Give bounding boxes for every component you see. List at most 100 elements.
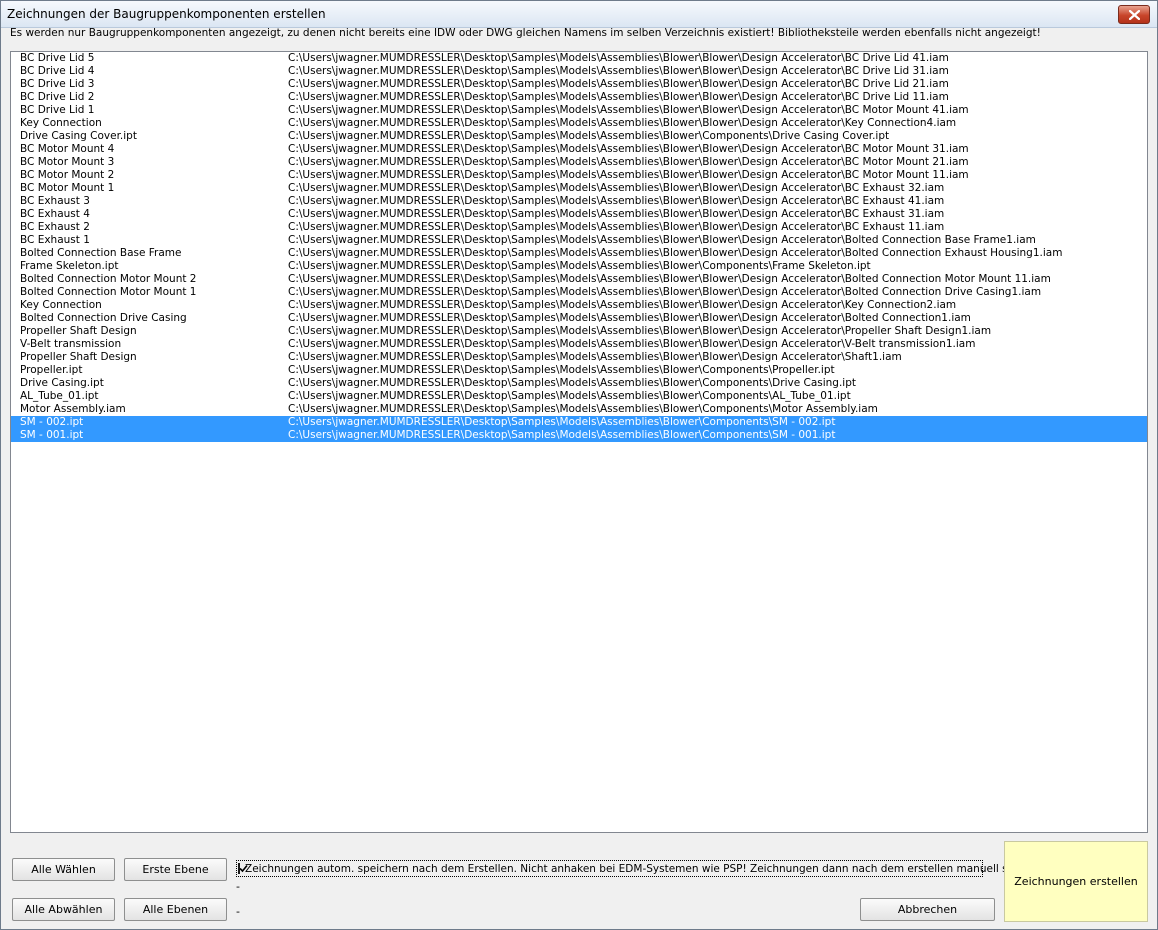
check-icon [239,864,248,873]
info-text: Es werden nur Baugruppenkomponenten ange… [10,27,1041,39]
component-path: C:\Users\jwagner.MUMDRESSLER\Desktop\Sam… [288,104,969,116]
component-path: C:\Users\jwagner.MUMDRESSLER\Desktop\Sam… [288,143,969,155]
component-path: C:\Users\jwagner.MUMDRESSLER\Desktop\Sam… [288,416,836,428]
component-name: BC Drive Lid 2 [20,91,95,103]
component-path: C:\Users\jwagner.MUMDRESSLER\Desktop\Sam… [288,169,969,181]
status-dash-2: - [236,905,240,918]
component-path: C:\Users\jwagner.MUMDRESSLER\Desktop\Sam… [288,130,890,142]
dialog-window: Zeichnungen der Baugruppenkomponenten er… [0,0,1158,930]
component-path: C:\Users\jwagner.MUMDRESSLER\Desktop\Sam… [288,351,902,363]
list-item[interactable]: BC Drive Lid 2 C:\Users\jwagner.MUMDRESSL… [11,91,1147,104]
status-dash-1: - [236,880,240,893]
autosave-label: Zeichnungen autom. speichern nach dem Er… [245,862,1057,875]
cancel-button[interactable]: Abbrechen [860,898,995,921]
component-path: C:\Users\jwagner.MUMDRESSLER\Desktop\Sam… [288,208,945,220]
create-drawings-button[interactable]: Zeichnungen erstellen [1004,841,1148,922]
autosave-checkbox[interactable] [238,863,248,874]
list-item[interactable]: BC Drive Lid 4 C:\Users\jwagner.MUMDRESSL… [11,65,1147,78]
all-levels-button[interactable]: Alle Ebenen [124,898,227,921]
component-name: BC Motor Mount 1 [20,182,115,194]
title-bar[interactable]: Zeichnungen der Baugruppenkomponenten er… [1,1,1157,28]
component-listbox[interactable]: BC Drive Lid 5 C:\Users\jwagner.MUMDRESSL… [10,51,1148,833]
component-name: AL_Tube_01.ipt [20,390,99,402]
component-path: C:\Users\jwagner.MUMDRESSLER\Desktop\Sam… [288,299,957,311]
component-name: BC Motor Mount 2 [20,169,115,181]
close-button[interactable] [1118,5,1150,24]
select-all-button[interactable]: Alle Wählen [12,858,115,881]
list-item[interactable]: BC Motor Mount 3 C:\Users\jwagner.MUMDRES… [11,156,1147,169]
list-item[interactable]: Key Connection C:\Users\jwagner.MUMDRESSL… [11,117,1147,130]
component-path: C:\Users\jwagner.MUMDRESSLER\Desktop\Sam… [288,325,992,337]
window-title: Zeichnungen der Baugruppenkomponenten er… [7,7,326,21]
list-item[interactable]: Propeller Shaft Design C:\Users\jwagner.M… [11,351,1147,364]
component-path: C:\Users\jwagner.MUMDRESSLER\Desktop\Sam… [288,390,851,402]
list-item[interactable]: V-Belt transmission C:\Users\jwagner.MUMD… [11,338,1147,351]
component-name: Bolted Connection Motor Mount 2 [20,273,197,285]
component-path: C:\Users\jwagner.MUMDRESSLER\Desktop\Sam… [288,78,949,90]
list-item[interactable]: Bolted Connection Motor Mount 2 C:\Users\… [11,273,1147,286]
component-path: C:\Users\jwagner.MUMDRESSLER\Desktop\Sam… [288,286,1042,298]
list-item[interactable]: BC Drive Lid 1 C:\Users\jwagner.MUMDRESSL… [11,104,1147,117]
first-level-button[interactable]: Erste Ebene [124,858,227,881]
list-item[interactable]: BC Exhaust 3 C:\Users\jwagner.MUMDRESSLER… [11,195,1147,208]
component-path: C:\Users\jwagner.MUMDRESSLER\Desktop\Sam… [288,221,945,233]
list-item[interactable]: BC Exhaust 2 C:\Users\jwagner.MUMDRESSLER… [11,221,1147,234]
component-name: BC Drive Lid 5 [20,52,95,64]
component-path: C:\Users\jwagner.MUMDRESSLER\Desktop\Sam… [288,117,957,129]
list-item[interactable]: BC Exhaust 1 C:\Users\jwagner.MUMDRESSLER… [11,234,1147,247]
list-item[interactable]: BC Motor Mount 2 C:\Users\jwagner.MUMDRES… [11,169,1147,182]
component-name: BC Exhaust 4 [20,208,90,220]
component-path: C:\Users\jwagner.MUMDRESSLER\Desktop\Sam… [288,234,1036,246]
list-item[interactable]: Bolted Connection Drive Casing C:\Users\j… [11,312,1147,325]
component-name: Propeller Shaft Design [20,351,137,363]
component-name: Bolted Connection Motor Mount 1 [20,286,197,298]
component-path: C:\Users\jwagner.MUMDRESSLER\Desktop\Sam… [288,364,835,376]
list-item[interactable]: BC Motor Mount 1 C:\Users\jwagner.MUMDRES… [11,182,1147,195]
autosave-option[interactable]: Zeichnungen autom. speichern nach dem Er… [236,860,1057,877]
list-item[interactable]: BC Exhaust 4 C:\Users\jwagner.MUMDRESSLER… [11,208,1147,221]
list-item[interactable]: Bolted Connection Base Frame C:\Users\jwa… [11,247,1147,260]
component-path: C:\Users\jwagner.MUMDRESSLER\Desktop\Sam… [288,273,1051,285]
component-name: BC Drive Lid 1 [20,104,95,116]
list-item[interactable]: Bolted Connection Motor Mount 1 C:\Users\… [11,286,1147,299]
component-path: C:\Users\jwagner.MUMDRESSLER\Desktop\Sam… [288,182,945,194]
deselect-all-button[interactable]: Alle Abwählen [12,898,115,921]
component-path: C:\Users\jwagner.MUMDRESSLER\Desktop\Sam… [288,429,836,441]
component-name: Propeller.ipt [20,364,83,376]
component-name: Key Connection [20,117,102,129]
list-item[interactable]: Propeller Shaft Design C:\Users\jwagner.M… [11,325,1147,338]
component-path: C:\Users\jwagner.MUMDRESSLER\Desktop\Sam… [288,52,949,64]
list-item[interactable]: SM - 002.ipt C:\Users\jwagner.MUMDRESSLER… [11,416,1147,429]
list-item[interactable]: BC Drive Lid 5 C:\Users\jwagner.MUMDRESSL… [11,52,1147,65]
component-path: C:\Users\jwagner.MUMDRESSLER\Desktop\Sam… [288,156,969,168]
list-item[interactable]: BC Motor Mount 4 C:\Users\jwagner.MUMDRES… [11,143,1147,156]
list-item[interactable]: Propeller.ipt C:\Users\jwagner.MUMDRESSLE… [11,364,1147,377]
component-name: BC Exhaust 2 [20,221,90,233]
list-item[interactable]: Drive Casing Cover.ipt C:\Users\jwagner.M… [11,130,1147,143]
component-name: V-Belt transmission [20,338,122,350]
list-item[interactable]: BC Drive Lid 3 C:\Users\jwagner.MUMDRESSL… [11,78,1147,91]
list-item[interactable]: Motor Assembly.iam C:\Users\jwagner.MUMDR… [11,403,1147,416]
component-name: Bolted Connection Drive Casing [20,312,187,324]
list-item[interactable]: Frame Skeleton.ipt C:\Users\jwagner.MUMDR… [11,260,1147,273]
list-item[interactable]: Key Connection C:\Users\jwagner.MUMDRESSL… [11,299,1147,312]
component-name: Bolted Connection Base Frame [20,247,182,259]
component-name: BC Exhaust 1 [20,234,90,246]
component-name: SM - 002.ipt [20,416,84,428]
component-path: C:\Users\jwagner.MUMDRESSLER\Desktop\Sam… [288,260,871,272]
component-name: Key Connection [20,299,102,311]
component-name: BC Exhaust 3 [20,195,90,207]
list-item[interactable]: SM - 001.ipt C:\Users\jwagner.MUMDRESSLER… [11,429,1147,442]
component-name: Propeller Shaft Design [20,325,137,337]
component-path: C:\Users\jwagner.MUMDRESSLER\Desktop\Sam… [288,91,949,103]
component-path: C:\Users\jwagner.MUMDRESSLER\Desktop\Sam… [288,403,878,415]
component-name: BC Motor Mount 4 [20,143,115,155]
component-path: C:\Users\jwagner.MUMDRESSLER\Desktop\Sam… [288,377,857,389]
component-name: BC Drive Lid 3 [20,78,95,90]
component-path: C:\Users\jwagner.MUMDRESSLER\Desktop\Sam… [288,195,945,207]
list-item[interactable]: AL_Tube_01.ipt C:\Users\jwagner.MUMDRESSL… [11,390,1147,403]
component-name: Motor Assembly.iam [20,403,126,415]
component-name: Drive Casing Cover.ipt [20,130,137,142]
component-name: BC Motor Mount 3 [20,156,115,168]
list-item[interactable]: Drive Casing.ipt C:\Users\jwagner.MUMDRES… [11,377,1147,390]
